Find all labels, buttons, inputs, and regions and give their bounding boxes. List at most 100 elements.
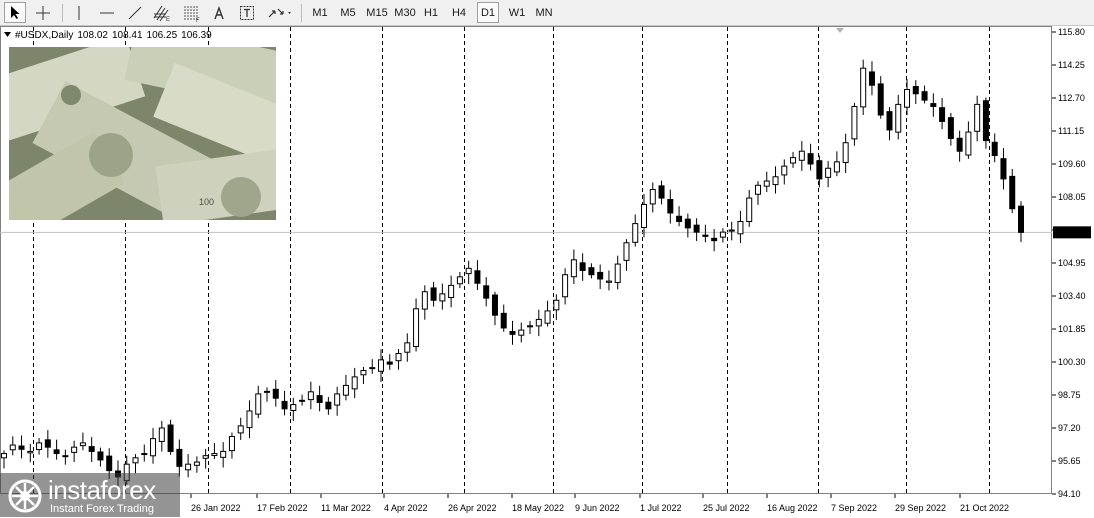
candle-body [132,457,139,464]
instaforex-watermark: instaforex Instant Forex Trading [0,473,180,517]
timeframe-d1[interactable]: D1 [477,2,499,23]
cursor-tool-icon[interactable] [4,2,26,23]
x-tick-label: 29 Sep 2022 [895,503,946,513]
timeframe-mn[interactable]: MN [533,2,555,23]
symbol-name: #USDX,Daily [15,30,74,41]
timeframe-h4[interactable]: H4 [448,2,470,23]
candle-body [658,185,665,199]
candle-body [465,267,472,275]
candle-body [693,224,700,233]
candle-body [518,329,525,336]
toolbar: E F M1 M5 M15 M30 H1 H4 D1 W1 MN [0,0,1094,26]
timeframe-h1[interactable]: H1 [420,2,442,23]
y-tick-label: 109.60 [1058,159,1086,169]
open-value: 108.02 [77,30,108,41]
candle-body [62,455,69,458]
candle-body [9,444,16,451]
candle-body [763,180,770,187]
candle-body [737,220,744,235]
svg-text:100: 100 [199,197,214,207]
y-tick-label: 97.20 [1058,423,1081,433]
x-tick-label: 9 Jun 2022 [575,503,620,513]
x-tick-label: 16 Aug 2022 [767,503,818,513]
candle-body [965,131,972,156]
timeframe-m5[interactable]: M5 [336,2,360,23]
candle-body [1000,158,1007,180]
candle-body [36,442,43,451]
y-tick-label: 108.05 [1058,192,1086,202]
candle-body [386,361,393,365]
candle-body [614,263,621,284]
candle-body [825,167,832,178]
candle-body [325,401,332,410]
candle-body [369,367,376,370]
candle-body [851,106,858,140]
candle-body [299,399,306,402]
candle-body [772,176,779,186]
text-label-tool-icon[interactable] [236,2,258,23]
candle-body [956,137,963,152]
timeframe-m15[interactable]: M15 [364,2,390,23]
candle-body [439,293,446,302]
toolbar-separator [301,4,302,22]
candle-body [421,291,428,310]
svg-text:F: F [196,18,200,22]
horizontal-line-tool-icon[interactable] [96,2,118,23]
candle-body [281,400,288,410]
y-tick-label: 111.15 [1058,126,1084,136]
current-price-label: 106.39 [1057,227,1085,237]
x-tick-label: 1 Jul 2022 [640,503,682,513]
candle-body [491,294,498,316]
candle-body [719,231,726,238]
candle-body [334,393,341,406]
candle-body [272,388,279,399]
candle-body [991,141,998,156]
candle-body [290,404,297,412]
collapse-triangle-icon[interactable] [4,32,11,38]
y-tick-label: 112.70 [1058,93,1085,103]
instaforex-logo-icon [8,479,42,513]
dollar-bills-photo: 100 [9,47,276,220]
x-tick-label: 26 Jan 2022 [191,503,241,513]
candle-body [509,331,516,335]
y-tick-label: 104.95 [1058,258,1086,268]
text-tool-icon[interactable] [208,2,230,23]
candle-body [255,393,262,415]
fibonacci-channels-icon[interactable]: E [150,2,174,23]
candle-body [833,161,840,173]
vertical-line-tool-icon[interactable] [68,2,90,23]
candle-body [868,71,875,86]
x-tick-label: 26 Apr 2022 [448,503,497,513]
candle-body [167,424,174,452]
candle-body [886,111,893,131]
candle-body [974,103,981,132]
watermark-brand: instaforex [48,475,156,505]
candle-body [185,463,192,471]
candle-body [702,234,709,237]
candle-body [193,461,200,466]
candle-body [246,410,253,429]
candle-body [202,455,209,459]
candle-body [842,142,849,163]
y-tick-label: 103.40 [1058,291,1086,301]
candle-body [553,299,560,311]
candle-body [395,352,402,362]
timeframe-w1[interactable]: W1 [505,2,529,23]
timeframe-m30[interactable]: M30 [392,2,418,23]
candle-body [798,150,805,161]
candle-body [676,215,683,222]
crosshair-tool-icon[interactable] [32,2,54,23]
candle-body [544,310,551,324]
candle-body [228,436,235,452]
chart-area[interactable]: 115.80 114.25 112.70 111.15 109.60 108.05 106.… [0,26,1094,518]
candle-body [667,199,674,214]
trendline-tool-icon[interactable] [124,2,146,23]
timeframe-m1[interactable]: M1 [309,2,331,23]
candle-body [939,107,946,122]
fibonacci-retracement-icon[interactable]: F [180,2,204,23]
arrows-tool-icon[interactable] [264,2,296,23]
candle-body [264,390,271,393]
candle-body [483,285,490,299]
candle-body [158,427,165,442]
candle-body [211,453,218,457]
